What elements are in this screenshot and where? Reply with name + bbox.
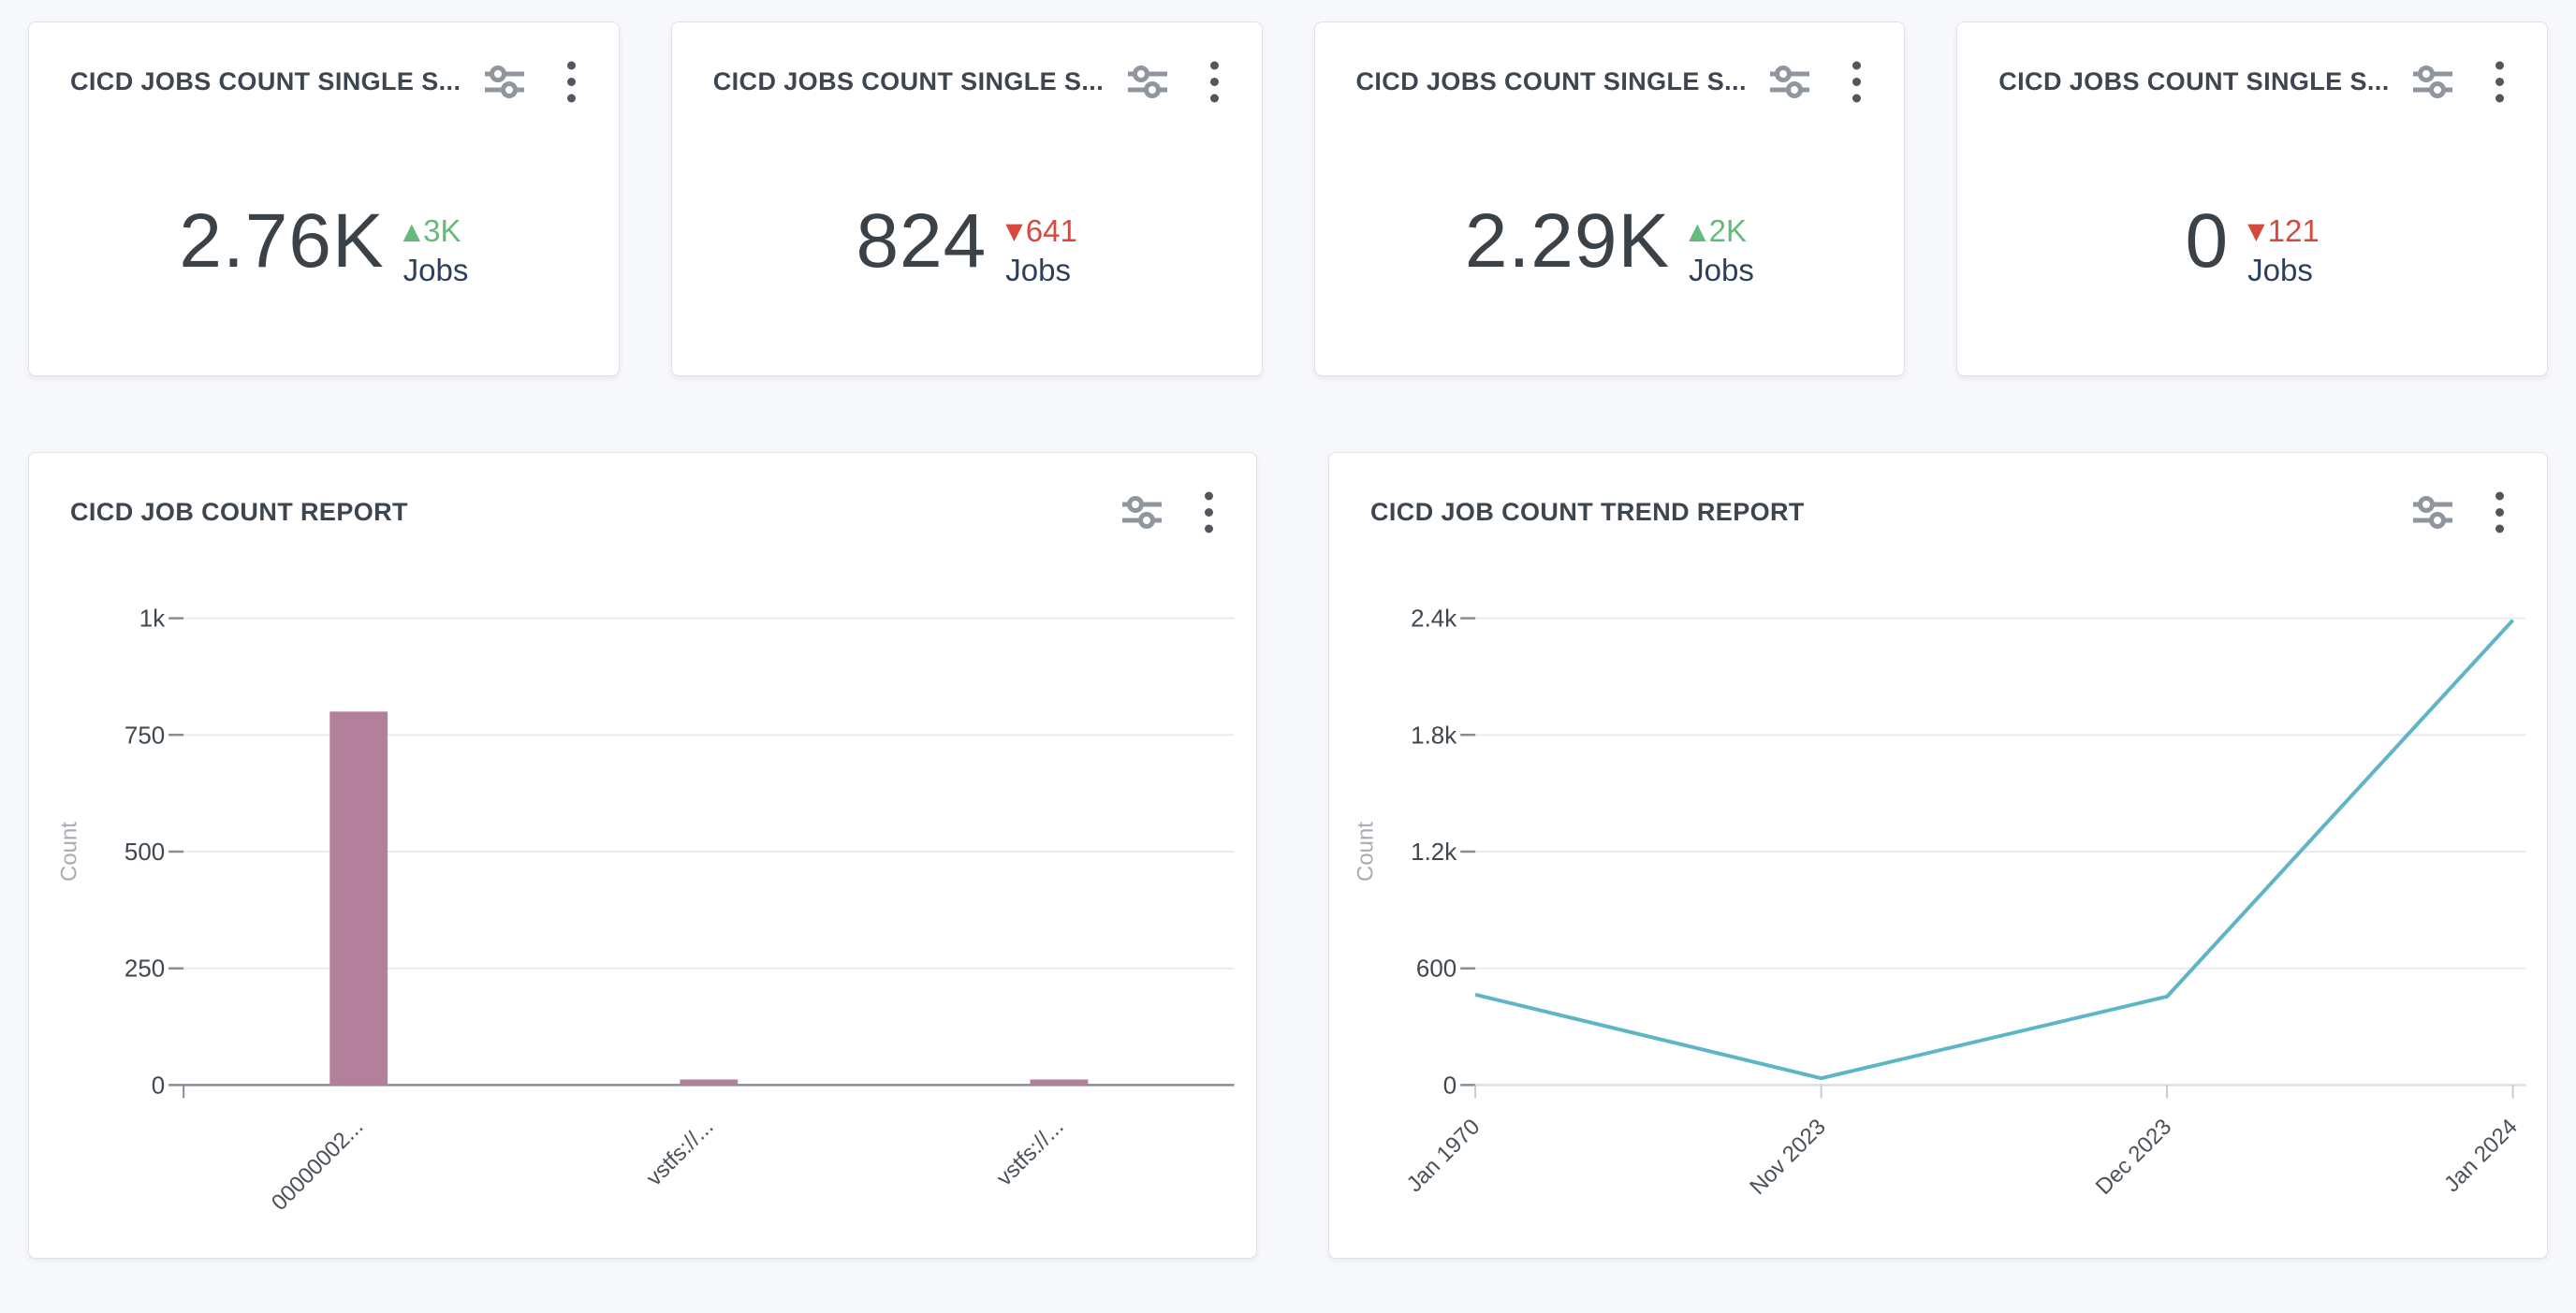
trend-line[interactable] bbox=[1475, 620, 2512, 1078]
kebab-menu-glyph bbox=[2495, 60, 2505, 104]
filter-sliders-icon[interactable] bbox=[1769, 65, 1810, 100]
card-title: CICD JOBS COUNT SINGLE S... bbox=[1356, 67, 1747, 96]
kpi-unit: Jobs bbox=[1689, 255, 1754, 285]
card-header: CICD JOBS COUNT SINGLE S... bbox=[672, 22, 1262, 104]
header-icons bbox=[1769, 60, 1862, 104]
kpi-content: 2.29K ▲2K Jobs bbox=[1315, 203, 1905, 285]
kpi-side: ▲3K Jobs bbox=[403, 215, 469, 285]
kpi-card: CICD JOBS COUNT SINGLE S... bbox=[1956, 22, 2548, 376]
kebab-menu-glyph bbox=[1209, 60, 1220, 104]
kpi-value: 2.29K bbox=[1465, 203, 1670, 280]
line-chart-canvas[interactable]: 0 600 1.2k 1.8k 2.4k Count Jan 1970 Nov 2023 Dec… bbox=[1329, 453, 2547, 1258]
y-tick-label: 750 bbox=[124, 722, 165, 749]
x-tick-label: vstfs://... bbox=[641, 1114, 718, 1190]
y-tick-label: 250 bbox=[124, 956, 165, 983]
kpi-value: 0 bbox=[2186, 203, 2230, 280]
kpi-value: 2.76K bbox=[179, 203, 384, 280]
y-axis-title: Count bbox=[1353, 822, 1378, 882]
kebab-menu-icon[interactable] bbox=[2495, 60, 2505, 104]
y-tick-label: 1k bbox=[139, 606, 165, 633]
filter-sliders-icon[interactable] bbox=[484, 65, 525, 100]
card-header: CICD JOBS COUNT SINGLE S... bbox=[29, 22, 619, 104]
y-tick-label: 500 bbox=[124, 839, 165, 866]
kpi-delta-value: 641 bbox=[1026, 215, 1077, 246]
kpi-delta-value: 121 bbox=[2268, 215, 2320, 246]
kpi-card: CICD JOBS COUNT SINGLE S... bbox=[1314, 22, 1906, 376]
kpi-unit: Jobs bbox=[1005, 255, 1071, 285]
kpi-side: ▼641 Jobs bbox=[1005, 215, 1077, 285]
kpi-side: ▼121 Jobs bbox=[2247, 215, 2320, 285]
y-axis-title: Count bbox=[56, 822, 81, 882]
bar[interactable] bbox=[1031, 1079, 1089, 1085]
y-tick-label: 2.4k bbox=[1411, 606, 1456, 633]
bar[interactable] bbox=[329, 711, 388, 1085]
kebab-menu-glyph bbox=[1852, 60, 1862, 104]
kpi-content: 0 ▼121 Jobs bbox=[1957, 203, 2547, 285]
delta-arrow-icon: ▼ bbox=[2247, 220, 2264, 242]
x-tick-label: vstfs://... bbox=[992, 1114, 1069, 1190]
line-chart-card: 0 600 1.2k 1.8k 2.4k Count Jan 1970 Nov 2023 Dec… bbox=[1328, 452, 2548, 1259]
kpi-delta: ▼121 bbox=[2247, 215, 2320, 246]
kebab-menu-icon[interactable] bbox=[566, 60, 577, 104]
kpi-unit: Jobs bbox=[2247, 255, 2313, 285]
kpi-delta: ▲2K bbox=[1689, 215, 1747, 246]
kpi-side: ▲2K Jobs bbox=[1689, 215, 1754, 285]
header-icons bbox=[2412, 60, 2505, 104]
filter-sliders-glyph bbox=[484, 65, 525, 100]
kpi-delta: ▲3K bbox=[403, 215, 461, 246]
x-tick-label: 00000002... bbox=[267, 1114, 369, 1216]
kpi-delta-value: 2K bbox=[1709, 215, 1747, 246]
filter-sliders-glyph bbox=[1127, 65, 1168, 100]
y-tick-label: 1.2k bbox=[1411, 839, 1456, 866]
card-title: CICD JOBS COUNT SINGLE S... bbox=[713, 67, 1104, 96]
card-title: CICD JOBS COUNT SINGLE S... bbox=[70, 67, 461, 96]
x-tick-label: Nov 2023 bbox=[1745, 1114, 1831, 1200]
filter-sliders-glyph bbox=[2412, 65, 2453, 100]
y-tick-label: 0 bbox=[1443, 1072, 1456, 1099]
kebab-menu-glyph bbox=[566, 60, 577, 104]
x-tick-label: Jan 1970 bbox=[1402, 1114, 1486, 1197]
kpi-delta-value: 3K bbox=[423, 215, 461, 246]
kpi-content: 824 ▼641 Jobs bbox=[672, 203, 1262, 285]
y-tick-label: 600 bbox=[1416, 956, 1456, 983]
chart-row: 0 250 500 750 1k Count 00000002... vstfs://... v… bbox=[0, 452, 2576, 1259]
delta-arrow-icon: ▼ bbox=[1005, 220, 1022, 242]
filter-sliders-icon[interactable] bbox=[2412, 65, 2453, 100]
bar[interactable] bbox=[680, 1079, 738, 1085]
kpi-card: CICD JOBS COUNT SINGLE S... bbox=[28, 22, 620, 376]
y-tick-label: 1.8k bbox=[1411, 722, 1456, 749]
kebab-menu-icon[interactable] bbox=[1209, 60, 1220, 104]
kpi-delta: ▼641 bbox=[1005, 215, 1077, 246]
bar-chart-canvas[interactable]: 0 250 500 750 1k Count 00000002... vstfs://... v… bbox=[29, 453, 1256, 1258]
kpi-content: 2.76K ▲3K Jobs bbox=[29, 203, 619, 285]
card-header: CICD JOBS COUNT SINGLE S... bbox=[1315, 22, 1905, 104]
card-header: CICD JOBS COUNT SINGLE S... bbox=[1957, 22, 2547, 104]
kpi-row: CICD JOBS COUNT SINGLE S... bbox=[0, 22, 2576, 376]
x-tick-label: Dec 2023 bbox=[2091, 1114, 2177, 1200]
bar-chart-card: 0 250 500 750 1k Count 00000002... vstfs://... v… bbox=[28, 452, 1257, 1259]
card-title: CICD JOBS COUNT SINGLE S... bbox=[1998, 67, 2389, 96]
filter-sliders-glyph bbox=[1769, 65, 1810, 100]
header-icons bbox=[1127, 60, 1220, 104]
kpi-value: 824 bbox=[856, 203, 987, 280]
x-tick-label: Jan 2024 bbox=[2439, 1114, 2523, 1197]
delta-arrow-icon: ▲ bbox=[403, 220, 420, 242]
kpi-card: CICD JOBS COUNT SINGLE S... bbox=[671, 22, 1263, 376]
filter-sliders-icon[interactable] bbox=[1127, 65, 1168, 100]
y-tick-label: 0 bbox=[152, 1072, 165, 1099]
kpi-unit: Jobs bbox=[403, 255, 469, 285]
kebab-menu-icon[interactable] bbox=[1852, 60, 1862, 104]
header-icons bbox=[484, 60, 577, 104]
delta-arrow-icon: ▲ bbox=[1689, 220, 1705, 242]
